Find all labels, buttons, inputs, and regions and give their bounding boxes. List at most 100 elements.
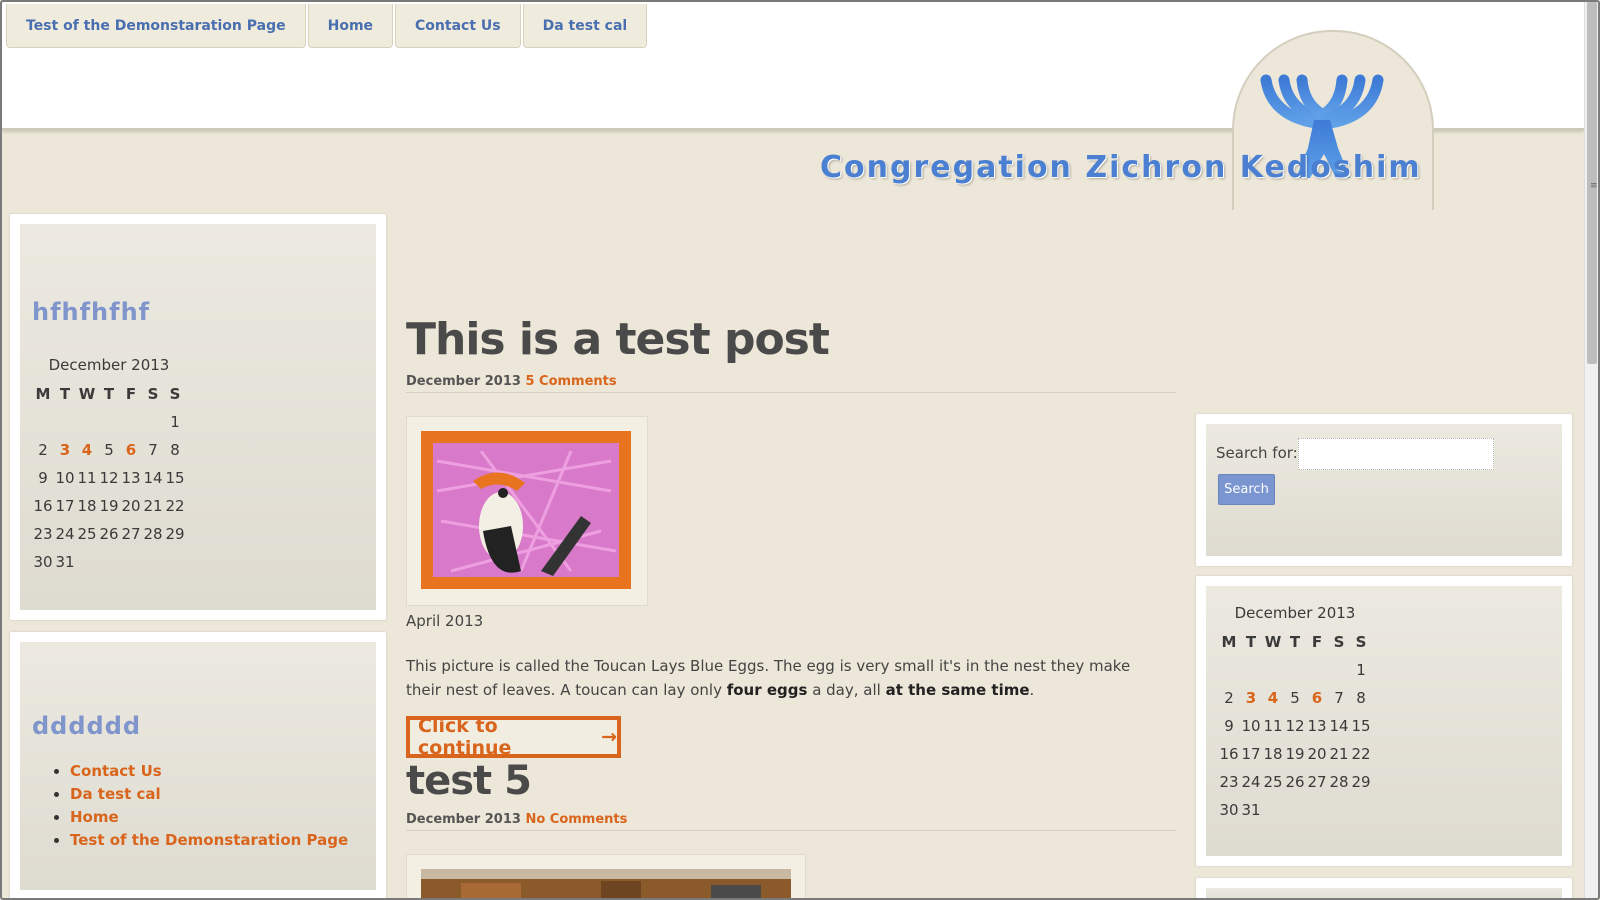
calendar-day	[76, 548, 98, 576]
calendar-day: 12	[1285, 717, 1305, 735]
calendar-day: 19	[99, 497, 119, 515]
weekday-header: S	[1355, 633, 1367, 651]
calendar-day-link[interactable]: 6	[1306, 684, 1328, 712]
weekday-header: M	[35, 385, 51, 403]
post-body-bold: at the same time	[885, 681, 1030, 699]
calendar-day	[76, 408, 98, 436]
calendar-day: 28	[143, 525, 163, 543]
post-meta-test-5: December 2013 No Comments	[406, 812, 627, 827]
calendar-right: December 2013 M T W T F S S 1 2 3 4 5 6 7 8 9 10 11 12 13 14…	[1218, 604, 1372, 824]
calendar-day: 14	[143, 469, 163, 487]
toucan-drawing-image[interactable]	[421, 431, 631, 589]
post-image-frame	[406, 416, 648, 606]
calendar-day	[1240, 656, 1262, 684]
post-body-text: a day, all	[807, 681, 886, 699]
calendar-day: 27	[1307, 773, 1327, 791]
weekday-header: M	[1221, 633, 1237, 651]
page-link-contact-us[interactable]: Contact Us	[70, 762, 348, 780]
calendar-left: December 2013 M T W T F S S 1 2 3 4 5 6 7 8 9 10 11 12 13 14…	[32, 356, 186, 576]
calendar-day: 5	[104, 441, 114, 459]
nav-tab-contact-us[interactable]: Contact Us	[395, 4, 521, 48]
search-label: Search for:	[1216, 444, 1298, 462]
calendar-day: 2	[38, 441, 48, 459]
nav-tab-home[interactable]: Home	[307, 4, 394, 48]
nav-tab-demonstration-page[interactable]: Test of the Demonstaration Page	[6, 4, 306, 48]
calendar-day: 23	[33, 525, 53, 543]
post-meta: December 2013 5 Comments	[406, 374, 617, 389]
weekday-header: W	[1264, 633, 1282, 651]
weekday-header: T	[1289, 633, 1301, 651]
post-comments-link[interactable]: 5 Comments	[525, 374, 616, 389]
calendar-week-row: 2345678	[32, 436, 186, 464]
weekday-header: T	[103, 385, 115, 403]
page-scrollbar[interactable]: ≡	[1584, 2, 1598, 898]
calendar-day: 14	[1329, 717, 1349, 735]
calendar-week-row: 1	[1218, 656, 1372, 684]
calendar-day: 24	[1241, 773, 1261, 791]
calendar-day: 21	[143, 497, 163, 515]
weekday-header: T	[59, 385, 71, 403]
search-input[interactable]	[1298, 438, 1494, 470]
calendar-day	[1284, 656, 1306, 684]
calendar-day-link[interactable]: 4	[1262, 684, 1284, 712]
scrollbar-thumb[interactable]: ≡	[1587, 2, 1598, 364]
classroom-photo-image[interactable]	[421, 869, 791, 900]
calendar-week-row: 9 10 11 12 13 14 15	[32, 464, 186, 492]
calendar-day-link[interactable]: 4	[76, 436, 98, 464]
calendar-day: 30	[1219, 801, 1239, 819]
page-link-da-test-cal[interactable]: Da test cal	[70, 785, 348, 803]
post-body-bold: four eggs	[726, 681, 808, 699]
calendar-caption: December 2013	[1234, 604, 1356, 622]
calendar-day: 28	[1329, 773, 1349, 791]
calendar-day: 24	[55, 525, 75, 543]
post-title[interactable]: This is a test post	[406, 314, 830, 365]
continue-label: Click to continue	[418, 715, 512, 759]
weekday-header: S	[1333, 633, 1345, 651]
calendar-week-row: 1	[32, 408, 186, 436]
site-title[interactable]: Congregation Zichron Kedoshim	[820, 150, 1422, 185]
calendar-day	[1328, 796, 1350, 824]
widget-calendar-right: December 2013 M T W T F S S 1 2 3 4 5 6 7 8 9 10 11 12 13 14…	[1196, 576, 1572, 866]
calendar-day: 23	[1219, 773, 1239, 791]
calendar-day: 15	[1351, 717, 1371, 735]
calendar-day-link[interactable]: 3	[1240, 684, 1262, 712]
post-title-test-5[interactable]: test 5	[406, 758, 532, 804]
calendar-day	[1284, 796, 1306, 824]
widget-calendar-left: hfhfhfhf December 2013 MTWTFSS1234567891…	[10, 214, 386, 620]
page-link-demonstration-page[interactable]: Test of the Demonstaration Page	[70, 831, 348, 849]
calendar-day: 17	[55, 497, 75, 515]
nav-tab-da-test-cal[interactable]: Da test cal	[522, 4, 648, 48]
calendar-week-row: 2345678	[1218, 684, 1372, 712]
calendar-week-row: 23 24 25 26 27 28 29	[32, 520, 186, 548]
calendar-day	[164, 548, 186, 576]
calendar-week-row: 30 31	[32, 548, 186, 576]
page-link-home[interactable]: Home	[70, 808, 348, 826]
weekday-header: S	[147, 385, 159, 403]
search-button[interactable]: Search	[1218, 474, 1275, 505]
continue-reading-button[interactable]: Click to continue →	[406, 715, 621, 759]
calendar-day	[1218, 656, 1240, 684]
calendar-day: 16	[33, 497, 53, 515]
calendar-day: 31	[55, 553, 75, 571]
calendar-day: 26	[1285, 773, 1305, 791]
calendar-day: 22	[165, 497, 185, 515]
post-comments-link[interactable]: No Comments	[525, 812, 627, 827]
calendar-day: 16	[1219, 745, 1239, 763]
calendar-week-row: 9 10 11 12 13 14 15	[1218, 712, 1372, 740]
meta-divider	[406, 392, 1176, 393]
calendar-day	[1350, 796, 1372, 824]
calendar-day-link[interactable]: 3	[54, 436, 76, 464]
post-date: December 2013	[406, 812, 521, 827]
calendar-day	[32, 408, 54, 436]
meta-divider	[406, 830, 1176, 831]
calendar-day	[1328, 656, 1350, 684]
calendar-day-link[interactable]: 6	[120, 436, 142, 464]
calendar-day: 8	[170, 441, 180, 459]
calendar-day: 12	[99, 469, 119, 487]
calendar-day: 17	[1241, 745, 1261, 763]
calendar-day: 10	[1241, 717, 1261, 735]
calendar-day: 27	[121, 525, 141, 543]
calendar-week-row: 16 17 18 19 20 21 22	[1218, 740, 1372, 768]
calendar-day	[98, 548, 120, 576]
grip-icon: ≡	[1590, 181, 1598, 191]
